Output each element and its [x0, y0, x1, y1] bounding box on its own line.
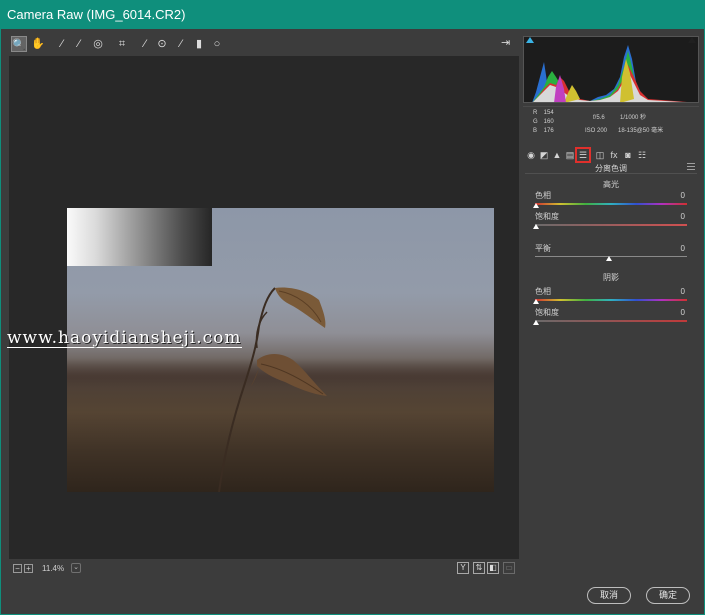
ok-button[interactable]: 确定 [646, 587, 690, 604]
panel-menu-icon[interactable] [687, 163, 695, 170]
slider-value[interactable]: 0 [681, 244, 685, 254]
photo-preview [67, 208, 494, 492]
zoom-tool-icon[interactable]: 🔍 [11, 36, 27, 52]
camera-raw-dialog: 🔍 ✋ ⁄ ⁄ ◎ ⌗ ⁄ ⊙ ⁄ ▮ ○ ⇥ www.haoyidianshe [1, 29, 704, 614]
open-preferences-icon[interactable]: ⇥ [501, 37, 514, 49]
slider-label: 饱和度 [535, 308, 559, 317]
zoom-in-button[interactable]: + [24, 564, 33, 573]
image-preview-area[interactable] [9, 56, 519, 559]
slider-value[interactable]: 0 [681, 308, 685, 318]
color-sampler-tool-icon[interactable]: ⁄ [71, 36, 87, 52]
hue-track[interactable] [535, 299, 687, 301]
slider-thumb[interactable] [533, 299, 539, 304]
view-y-button[interactable]: Y [457, 562, 469, 574]
balance-slider[interactable]: 平衡 0 [533, 244, 687, 266]
slider-value[interactable]: 0 [681, 191, 685, 201]
shadows-saturation-slider[interactable]: 饱和度 0 [533, 308, 687, 330]
lens-focal-length: 18-135@50 毫米 [618, 128, 664, 134]
red-eye-tool-icon[interactable]: ⊙ [154, 36, 170, 52]
slider-thumb[interactable] [533, 224, 539, 229]
radial-filter-icon[interactable]: ○ [209, 36, 225, 52]
tab-detail-icon[interactable]: ▲ [551, 149, 563, 161]
green-readout: G 160 [533, 119, 554, 125]
aperture: f/5.6 [593, 115, 605, 121]
slider-label: 色相 [535, 191, 551, 200]
status-bar: − + 11.4% ⌄ Y ⇅ ◧ ▭ [9, 562, 519, 576]
window-title-bar: Camera Raw (IMG_6014.CR2) [0, 0, 705, 29]
right-panel: R 154 G 160 B 176 f/5.6 1/1000 秒 ISO 200… [523, 36, 701, 576]
slider-thumb[interactable] [533, 320, 539, 325]
slider-thumb[interactable] [606, 256, 612, 261]
hue-track[interactable] [535, 203, 687, 205]
highlight-clipping-warning-icon[interactable] [688, 37, 696, 43]
slider-value[interactable]: 0 [681, 287, 685, 297]
histogram [523, 36, 699, 103]
image-info: R 154 G 160 B 176 f/5.6 1/1000 秒 ISO 200… [523, 106, 699, 146]
slider-label: 色相 [535, 287, 551, 296]
iso: ISO 200 [585, 128, 608, 134]
slider-thumb[interactable] [533, 203, 539, 208]
highlights-hue-slider[interactable]: 色相 0 [533, 191, 687, 213]
white-balance-tool-icon[interactable]: ⁄ [54, 36, 70, 52]
red-readout: R 154 [533, 110, 554, 116]
tab-tone-curve-icon[interactable]: ◩ [538, 149, 550, 161]
slider-label: 饱和度 [535, 212, 559, 221]
zoom-out-button[interactable]: − [13, 564, 22, 573]
tab-basic-icon[interactable]: ◉ [525, 149, 537, 161]
window-title: Camera Raw (IMG_6014.CR2) [7, 7, 186, 22]
shadow-clipping-warning-icon[interactable] [526, 37, 534, 43]
blue-readout: B 176 [533, 128, 554, 134]
shadows-title: 阴影 [603, 273, 619, 282]
slider-label: 平衡 [535, 244, 551, 253]
tab-presets-icon[interactable]: ☷ [636, 149, 648, 161]
saturation-track[interactable] [535, 320, 687, 322]
targeted-adjustment-tool-icon[interactable]: ◎ [90, 36, 106, 52]
histogram-graph [532, 45, 687, 102]
panel-tabs: ◉ ◩ ▲ ▤ ☰ ◫ fx ◙ ☷ [523, 147, 699, 163]
tab-camera-calibration-icon[interactable]: ◙ [622, 149, 634, 161]
divider [525, 173, 697, 174]
highlights-title: 高光 [603, 180, 619, 189]
shutter-speed: 1/1000 秒 [620, 115, 647, 121]
zoom-dropdown[interactable]: ⌄ [71, 563, 81, 573]
tab-effects-icon[interactable]: fx [608, 149, 620, 161]
slider-value[interactable]: 0 [681, 212, 685, 222]
toggle-current-button[interactable]: ▭ [503, 562, 515, 574]
adjustment-brush-icon[interactable]: ⁄ [173, 36, 189, 52]
graduated-filter-icon[interactable]: ▮ [191, 36, 207, 52]
watermark-text: www.haoyidiansheji.com [7, 328, 242, 348]
zoom-level: 11.4% [42, 564, 65, 573]
spot-removal-tool-icon[interactable]: ⁄ [137, 36, 153, 52]
tab-lens-corrections-icon[interactable]: ◫ [594, 149, 606, 161]
cancel-button[interactable]: 取消 [587, 587, 631, 604]
before-after-toggle-button[interactable]: ⇅ [473, 562, 485, 574]
hand-tool-icon[interactable]: ✋ [30, 36, 46, 52]
crop-tool-icon[interactable]: ⌗ [114, 36, 130, 52]
highlights-saturation-slider[interactable]: 饱和度 0 [533, 212, 687, 234]
shadows-hue-slider[interactable]: 色相 0 [533, 287, 687, 309]
swap-before-after-button[interactable]: ◧ [487, 562, 499, 574]
saturation-track[interactable] [535, 224, 687, 226]
tab-split-toning-icon[interactable]: ☰ [575, 147, 591, 163]
dry-plant-stem [218, 287, 327, 492]
toolbar: 🔍 ✋ ⁄ ⁄ ◎ ⌗ ⁄ ⊙ ⁄ ▮ ○ [9, 36, 519, 54]
